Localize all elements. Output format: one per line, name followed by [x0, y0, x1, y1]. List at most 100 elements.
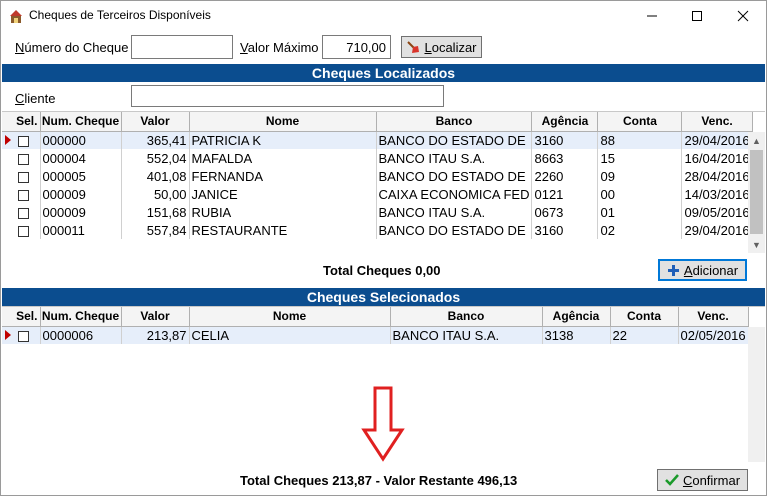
row-select-cell[interactable] — [14, 131, 41, 149]
selecionados-scrollbar[interactable] — [748, 327, 765, 462]
cell-nome: PATRICIA K — [189, 131, 377, 149]
table-row[interactable]: 000005 401,08 FERNANDA BANCO DO ESTADO D… — [2, 167, 753, 185]
col-header-nome[interactable]: Nome — [189, 307, 391, 327]
col-header-agencia[interactable]: Agência — [531, 112, 599, 132]
cell-banco: BANCO DO ESTADO DE — [376, 221, 533, 239]
cell-venc: 29/04/2016 — [681, 221, 753, 239]
row-select-cell[interactable] — [14, 203, 41, 221]
localizados-scrollbar[interactable]: ▲ ▼ — [748, 132, 765, 253]
cliente-label: Cliente — [15, 91, 56, 106]
row-indicator — [2, 203, 14, 221]
valor-maximo-input[interactable] — [322, 35, 391, 59]
table-row[interactable]: 000011 557,84 RESTAURANTE BANCO DO ESTAD… — [2, 221, 753, 239]
cell-num-cheque: 000009 — [40, 203, 122, 221]
scroll-up-icon[interactable]: ▲ — [748, 132, 765, 149]
row-select-cell[interactable] — [14, 221, 41, 239]
adicionar-label: Adicionar — [683, 262, 739, 278]
adicionar-button[interactable]: Adicionar — [658, 259, 747, 281]
col-header-conta[interactable]: Conta — [610, 307, 679, 327]
cell-agencia: 3160 — [531, 131, 599, 149]
cell-agencia: 2260 — [531, 167, 599, 185]
cell-banco: BANCO ITAU S.A. — [390, 326, 543, 344]
col-header-banco[interactable]: Banco — [390, 307, 543, 327]
table-row[interactable]: 000004 552,04 MAFALDA BANCO ITAU S.A. 86… — [2, 149, 753, 167]
row-indicator — [2, 326, 14, 344]
cell-num-cheque: 000000 — [40, 131, 122, 149]
row-checkbox[interactable] — [18, 189, 29, 201]
table-row[interactable]: 000009 50,00 JANICE CAIXA ECONOMICA FED … — [2, 185, 753, 203]
cell-valor: 401,08 — [121, 167, 190, 185]
localizar-label: Localizar — [424, 39, 477, 55]
col-header-venc[interactable]: Venc. — [681, 112, 753, 132]
scroll-thumb[interactable] — [750, 150, 763, 234]
localizar-button[interactable]: Localizar — [401, 36, 482, 58]
row-checkbox[interactable] — [18, 171, 29, 183]
row-checkbox[interactable] — [18, 135, 29, 147]
col-header-num-cheque[interactable]: Num. Cheque — [40, 112, 122, 132]
row-checkbox[interactable] — [18, 225, 29, 237]
row-indicator — [2, 149, 14, 167]
localizados-total: Total Cheques 0,00 — [323, 263, 441, 278]
table-row[interactable]: 000000 365,41 PATRICIA K BANCO DO ESTADO… — [2, 131, 753, 149]
cliente-input[interactable] — [131, 85, 444, 107]
cell-venc: 16/04/2016 — [681, 149, 753, 167]
indicator-header — [2, 112, 14, 132]
col-header-conta[interactable]: Conta — [597, 112, 683, 132]
table-row[interactable]: 000009 151,68 RUBIA BANCO ITAU S.A. 0673… — [2, 203, 753, 221]
numero-cheque-label: Número do Cheque — [15, 40, 129, 55]
col-header-valor[interactable]: Valor — [121, 307, 190, 327]
confirmar-label: Confirmar — [682, 472, 741, 488]
row-select-cell[interactable] — [14, 149, 41, 167]
search-bar: Número do Cheque Valor Máximo Localizar — [1, 31, 766, 63]
cell-valor: 213,87 — [121, 326, 190, 344]
localizados-table: Sel. Num. Cheque Valor Nome Banco Agênci… — [2, 112, 753, 239]
app-icon — [10, 10, 22, 23]
cell-agencia: 8663 — [531, 149, 599, 167]
cell-nome: JANICE — [189, 185, 377, 203]
row-indicator — [2, 221, 14, 239]
row-checkbox[interactable] — [18, 330, 29, 342]
cell-venc: 09/05/2016 — [681, 203, 753, 221]
row-select-cell[interactable] — [14, 185, 41, 203]
cell-num-cheque: 000005 — [40, 167, 122, 185]
confirmar-button[interactable]: Confirmar — [657, 469, 748, 491]
scroll-down-icon[interactable]: ▼ — [748, 236, 765, 253]
table-row[interactable]: 0000006 213,87 CELIA BANCO ITAU S.A. 313… — [2, 326, 749, 344]
localizados-header-row: Sel. Num. Cheque Valor Nome Banco Agênci… — [2, 112, 753, 132]
cell-agencia: 0121 — [531, 185, 599, 203]
cell-venc: 29/04/2016 — [681, 131, 753, 149]
col-header-sel[interactable]: Sel. — [14, 307, 41, 327]
cell-valor: 50,00 — [121, 185, 190, 203]
row-checkbox[interactable] — [18, 153, 29, 165]
col-header-agencia[interactable]: Agência — [542, 307, 611, 327]
cell-num-cheque: 000009 — [40, 185, 122, 203]
row-indicator — [2, 131, 14, 149]
maximize-button[interactable] — [674, 1, 720, 31]
close-button[interactable] — [720, 1, 766, 31]
selecionados-table: Sel. Num. Cheque Valor Nome Banco Agênci… — [2, 307, 749, 344]
cell-nome: RESTAURANTE — [189, 221, 377, 239]
numero-cheque-input[interactable] — [131, 35, 233, 59]
col-header-sel[interactable]: Sel. — [14, 112, 41, 132]
col-header-venc[interactable]: Venc. — [678, 307, 749, 327]
row-select-cell[interactable] — [14, 326, 41, 344]
localizados-grid: Sel. Num. Cheque Valor Nome Banco Agênci… — [2, 111, 765, 253]
row-pointer-icon — [5, 134, 11, 145]
col-header-banco[interactable]: Banco — [376, 112, 533, 132]
cell-agencia: 3160 — [531, 221, 599, 239]
col-header-num-cheque[interactable]: Num. Cheque — [40, 307, 122, 327]
row-checkbox[interactable] — [18, 207, 29, 219]
close-icon — [737, 10, 749, 22]
cell-banco: BANCO DO ESTADO DE — [376, 131, 533, 149]
cell-nome: MAFALDA — [189, 149, 377, 167]
row-indicator — [2, 167, 14, 185]
row-select-cell[interactable] — [14, 167, 41, 185]
valor-maximo-label: Valor Máximo — [240, 40, 319, 55]
cell-venc: 14/03/2016 — [681, 185, 753, 203]
cell-valor: 552,04 — [121, 149, 190, 167]
col-header-nome[interactable]: Nome — [189, 112, 377, 132]
minimize-icon — [647, 15, 657, 17]
minimize-button[interactable] — [629, 1, 675, 31]
cell-agencia: 3138 — [542, 326, 611, 344]
col-header-valor[interactable]: Valor — [121, 112, 190, 132]
